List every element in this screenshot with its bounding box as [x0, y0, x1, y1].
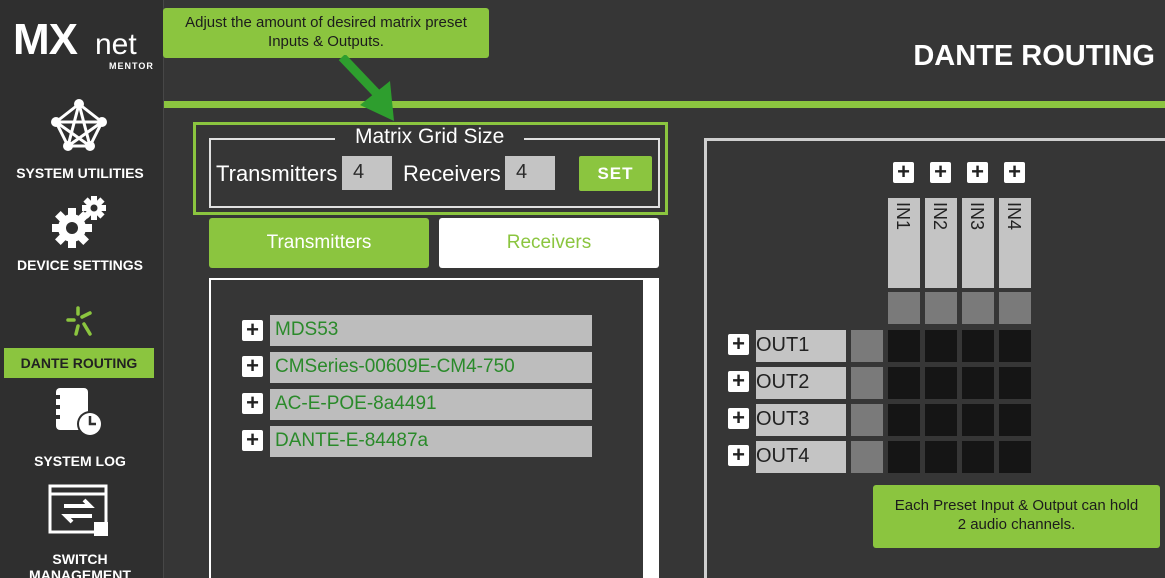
- crosspoint-cell[interactable]: [888, 330, 920, 362]
- tooltip-arrow-icon: [338, 55, 394, 121]
- input-column-header: IN3: [962, 198, 994, 288]
- add-device-button[interactable]: +: [242, 429, 263, 451]
- add-device-button[interactable]: +: [242, 319, 263, 341]
- output-channel-cell: [851, 367, 883, 399]
- logo-mx: MX: [13, 15, 78, 64]
- channels-tooltip: Each Preset Input & Output can hold 2 au…: [873, 485, 1160, 548]
- input-channel-cell: [925, 292, 957, 324]
- crosspoint-cell[interactable]: [962, 404, 994, 436]
- input-column-header: IN2: [925, 198, 957, 288]
- sidebar-item-label: DEVICE SETTINGS: [16, 257, 144, 273]
- tab-transmitters[interactable]: Transmitters: [209, 218, 429, 268]
- mxnet-logo: MX net MENTOR: [13, 15, 153, 74]
- crosspoint-cell[interactable]: [962, 367, 994, 399]
- dante-logo-icon: [66, 306, 92, 336]
- input-channel-cell: [888, 292, 920, 324]
- add-output-button[interactable]: +: [728, 370, 749, 392]
- logo-net: net: [95, 28, 137, 61]
- switch-icon: [48, 484, 108, 536]
- output-label: OUT4: [756, 441, 846, 473]
- tab-receivers[interactable]: Receivers: [439, 218, 659, 268]
- output-channel-cell: [851, 404, 883, 436]
- output-label: OUT3: [756, 404, 846, 436]
- tooltip-line: Inputs & Outputs.: [268, 33, 384, 50]
- crosspoint-cell[interactable]: [999, 367, 1031, 399]
- crosspoint-cell[interactable]: [999, 404, 1031, 436]
- crosspoint-cell[interactable]: [925, 367, 957, 399]
- log-clock-icon: [53, 388, 103, 437]
- logo-mentor: MENTOR: [109, 61, 154, 71]
- crosspoint-cell[interactable]: [925, 441, 957, 473]
- device-name[interactable]: MDS53: [270, 315, 592, 346]
- sidebar-item-label: SWITCH MANAGEMENT: [29, 551, 131, 578]
- gears-icon: [52, 196, 106, 248]
- add-output-button[interactable]: +: [728, 444, 749, 466]
- header-divider: [164, 101, 1165, 108]
- crosspoint-cell[interactable]: [925, 404, 957, 436]
- add-input-button[interactable]: +: [967, 161, 988, 183]
- scrollbar[interactable]: [643, 280, 657, 578]
- crosspoint-cell[interactable]: [888, 441, 920, 473]
- output-channel-cell: [851, 441, 883, 473]
- add-input-button[interactable]: +: [930, 161, 951, 183]
- transmitters-count-input[interactable]: 4: [342, 156, 392, 190]
- input-column-header: IN1: [888, 198, 920, 288]
- add-input-button[interactable]: +: [1004, 161, 1025, 183]
- sidebar-item-label: SYSTEM UTILITIES: [16, 165, 144, 181]
- grid-size-tooltip: Adjust the amount of desired matrix pres…: [163, 8, 489, 58]
- input-label: IN4: [1004, 202, 1024, 231]
- crosspoint-cell[interactable]: [999, 330, 1031, 362]
- device-name[interactable]: CMSeries-00609E-CM4-750: [270, 352, 592, 383]
- output-channel-cell: [851, 330, 883, 362]
- page-title: DANTE ROUTING: [913, 40, 1155, 72]
- receivers-count-label: Receivers: [403, 161, 501, 186]
- output-label: OUT1: [756, 330, 846, 362]
- input-label: IN2: [930, 202, 950, 231]
- tooltip-line: 2 audio channels.: [957, 516, 1076, 533]
- crosspoint-cell[interactable]: [888, 367, 920, 399]
- add-device-button[interactable]: +: [242, 355, 263, 377]
- add-output-button[interactable]: +: [728, 333, 749, 355]
- crosspoint-cell[interactable]: [888, 404, 920, 436]
- add-input-button[interactable]: +: [893, 161, 914, 183]
- sidebar-item-label: DANTE ROUTING: [4, 348, 154, 378]
- tooltip-line: Each Preset Input & Output can hold: [894, 497, 1139, 514]
- set-button[interactable]: SET: [579, 156, 652, 191]
- crosspoint-cell[interactable]: [962, 330, 994, 362]
- crosspoint-cell[interactable]: [962, 441, 994, 473]
- receivers-count-input[interactable]: 4: [505, 156, 555, 190]
- add-device-button[interactable]: +: [242, 392, 263, 414]
- crosspoint-cell[interactable]: [925, 330, 957, 362]
- network-globe-icon: [51, 99, 107, 151]
- transmitters-count-label: Transmitters: [216, 161, 338, 186]
- tooltip-line: Adjust the amount of desired matrix pres…: [185, 14, 467, 31]
- crosspoint-cell[interactable]: [999, 441, 1031, 473]
- output-label: OUT2: [756, 367, 846, 399]
- input-label: IN1: [893, 202, 913, 231]
- input-channel-cell: [962, 292, 994, 324]
- device-name[interactable]: AC-E-POE-8a4491: [270, 389, 592, 420]
- input-channel-cell: [999, 292, 1031, 324]
- input-label: IN3: [967, 202, 987, 231]
- add-output-button[interactable]: +: [728, 407, 749, 429]
- sidebar-item-label: SYSTEM LOG: [34, 453, 126, 469]
- input-column-header: IN4: [999, 198, 1031, 288]
- grid-size-title: Matrix Grid Size: [335, 125, 525, 149]
- sidebar: MX net MENTOR SYSTEM UTILITIES DEVICE SE…: [0, 0, 164, 578]
- device-name[interactable]: DANTE-E-84487a: [270, 426, 592, 457]
